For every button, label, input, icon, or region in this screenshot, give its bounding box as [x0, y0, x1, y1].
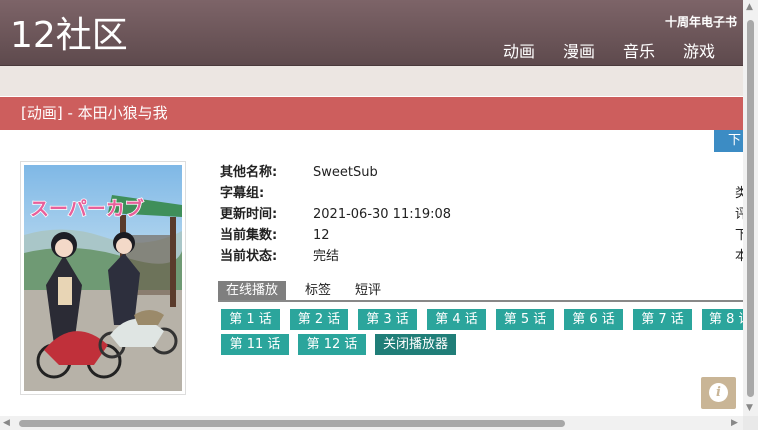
close-player-button[interactable]: 关闭播放器 — [375, 334, 456, 355]
tab-short-reviews[interactable]: 短评 — [347, 281, 389, 300]
info-label: 字幕组: — [220, 186, 265, 201]
cover-title-text: スーパーカブ — [30, 197, 144, 220]
episode-button[interactable]: 第 7 话 — [633, 309, 692, 330]
scroll-down-arrow-icon[interactable]: ▼ — [746, 403, 753, 413]
download-button[interactable]: 下 — [714, 130, 743, 152]
sub-strip — [0, 66, 743, 96]
cover-illustration: スーパーカブ — [24, 165, 182, 391]
scroll-left-arrow-icon[interactable]: ◀ — [3, 418, 10, 428]
scrollbar-corner — [743, 416, 758, 430]
main-nav: 动画 漫画 音乐 游戏 — [489, 38, 729, 62]
episode-button[interactable]: 第 11 话 — [221, 334, 289, 355]
episode-button[interactable]: 第 8 话 — [702, 309, 743, 330]
episode-button[interactable]: 第 6 话 — [564, 309, 623, 330]
horizontal-scroll-thumb[interactable] — [19, 420, 565, 427]
info-label: 当前状态: — [220, 249, 278, 264]
nav-item-games[interactable]: 游戏 — [669, 38, 729, 62]
site-header: 12社区 十周年电子书 动画 漫画 音乐 游戏 — [0, 0, 743, 66]
info-value: 12 — [313, 228, 330, 243]
episode-button[interactable]: 第 2 话 — [290, 309, 348, 330]
episode-button[interactable]: 第 3 话 — [358, 309, 417, 330]
info-label: 更新时间: — [220, 207, 278, 222]
nav-item-music[interactable]: 音乐 — [609, 38, 669, 62]
anniversary-ebook-link[interactable]: 十周年电子书 — [665, 13, 737, 30]
cover-image: スーパーカブ — [20, 161, 186, 395]
tab-tags[interactable]: 标签 — [297, 281, 339, 300]
info-label: 其他名称: — [220, 165, 278, 180]
scroll-up-arrow-icon[interactable]: ▲ — [746, 2, 753, 12]
info-value: 完结 — [313, 249, 340, 264]
vertical-scroll-thumb[interactable] — [747, 20, 754, 397]
site-logo[interactable]: 12社区 — [10, 14, 128, 58]
episode-button[interactable]: 第 4 话 — [427, 309, 486, 330]
nav-item-manga[interactable]: 漫画 — [549, 38, 609, 62]
info-value: 2021-06-30 11:19:08 — [313, 207, 452, 222]
vertical-scrollbar[interactable]: ▲ ▼ — [743, 0, 758, 416]
nav-item-anime[interactable]: 动画 — [489, 38, 549, 62]
scroll-right-arrow-icon[interactable]: ▶ — [731, 418, 738, 428]
info-value: SweetSub — [313, 165, 378, 180]
episode-button[interactable]: 第 1 话 — [221, 309, 280, 330]
episode-button[interactable]: 第 12 话 — [298, 334, 366, 355]
info-label: 当前集数: — [220, 228, 278, 243]
page-title: [动画] - 本田小狼与我 — [0, 97, 743, 130]
detail-tabs: 在线播放 标签 短评 — [218, 281, 743, 302]
episode-button[interactable]: 第 5 话 — [496, 309, 554, 330]
info-badge[interactable]: i — [701, 377, 736, 409]
tab-online-play[interactable]: 在线播放 — [218, 281, 287, 300]
info-icon: i — [709, 383, 728, 402]
horizontal-scrollbar[interactable]: ◀ ▶ — [0, 416, 743, 430]
